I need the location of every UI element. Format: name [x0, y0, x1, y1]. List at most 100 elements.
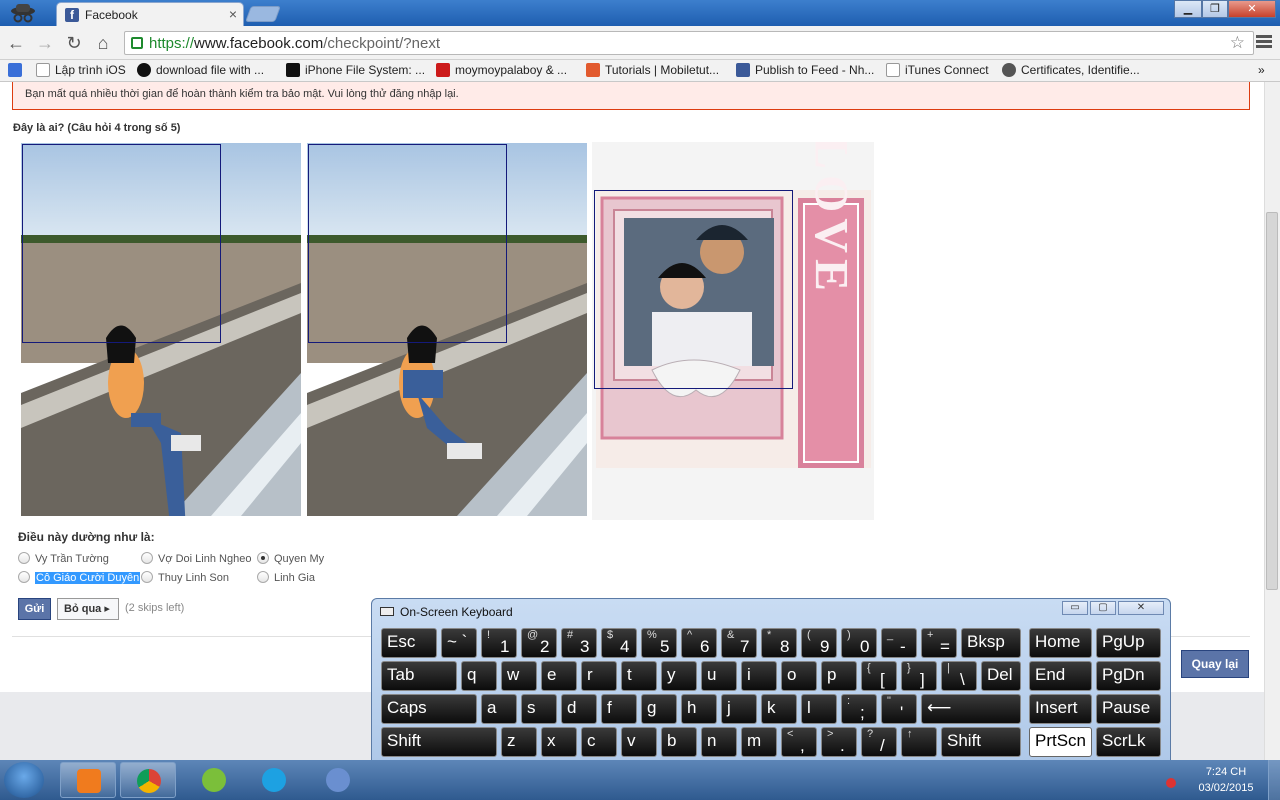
key-open-bracket[interactable]: {[	[861, 661, 897, 691]
back-button[interactable]: Quay lại	[1181, 650, 1249, 678]
key-home[interactable]: Home	[1029, 628, 1092, 658]
bookmark-star-icon[interactable]: ☆	[1230, 33, 1245, 53]
osk-close-button[interactable]: ✕	[1118, 601, 1164, 615]
radio-button-checked[interactable]	[257, 552, 269, 564]
taskbar-dolphin-app[interactable]	[310, 762, 366, 798]
taskbar-app-green[interactable]	[186, 762, 242, 798]
chrome-menu-icon[interactable]	[1256, 33, 1272, 51]
key-semicolon[interactable]: :;	[841, 694, 877, 724]
osk-maximize-button[interactable]: ▢	[1090, 601, 1116, 615]
key-shift-right[interactable]: Shift	[941, 727, 1021, 757]
key-insert[interactable]: Insert	[1029, 694, 1092, 724]
key-1[interactable]: ! 1	[481, 628, 517, 658]
option-co-giao-cuoi-duyen[interactable]: Cô Giáo Cười Duyên	[18, 571, 141, 584]
bookmark-item[interactable]: Tutorials | Mobiletut...	[586, 63, 719, 79]
key-backslash[interactable]: | \	[941, 661, 977, 691]
key-u[interactable]: u	[701, 661, 737, 691]
key-j[interactable]: j	[721, 694, 757, 724]
key-enter[interactable]: ⟵	[921, 694, 1021, 724]
submit-button[interactable]: Gửi	[18, 598, 51, 620]
key-backtick[interactable]: ~ `	[441, 628, 477, 658]
home-icon[interactable]: ⌂	[93, 33, 113, 53]
key-4[interactable]: $4	[601, 628, 637, 658]
key-esc[interactable]: Esc	[381, 628, 437, 658]
key-7[interactable]: & 7	[721, 628, 757, 658]
key-close-bracket[interactable]: }]	[901, 661, 937, 691]
key-up-arrow[interactable]: ↑	[901, 727, 937, 757]
key-q[interactable]: q	[461, 661, 497, 691]
key-o[interactable]: o	[781, 661, 817, 691]
key-g[interactable]: g	[641, 694, 677, 724]
key-b[interactable]: b	[661, 727, 697, 757]
taskbar-media-player[interactable]	[60, 762, 116, 798]
new-tab-button[interactable]	[245, 6, 281, 22]
key-k[interactable]: k	[761, 694, 797, 724]
taskbar-clock[interactable]: 7:24 CH 03/02/2015	[1196, 764, 1256, 796]
key-6[interactable]: ^ 6	[681, 628, 717, 658]
key-z[interactable]: z	[501, 727, 537, 757]
key-y[interactable]: y	[661, 661, 697, 691]
key-minus[interactable]: _ -	[881, 628, 917, 658]
tab-close-icon[interactable]: ×	[229, 6, 237, 22]
window-minimize-button[interactable]: ▁	[1174, 0, 1202, 18]
bookmark-item[interactable]: iTunes Connect	[886, 63, 989, 79]
key-c[interactable]: c	[581, 727, 617, 757]
key-v[interactable]: v	[621, 727, 657, 757]
key-prtscn[interactable]: PrtScn	[1029, 727, 1092, 757]
key-end[interactable]: End	[1029, 661, 1092, 691]
radio-button[interactable]	[18, 571, 30, 583]
key-s[interactable]: s	[521, 694, 557, 724]
key-quote[interactable]: " '	[881, 694, 917, 724]
bookmark-item[interactable]: iPhone File System: ...	[286, 63, 425, 79]
key-p[interactable]: p	[821, 661, 857, 691]
forward-arrow-icon[interactable]: →	[35, 33, 55, 53]
scrollbar-thumb[interactable]	[1266, 212, 1278, 590]
option-vy-tran-tuong[interactable]: Vy Trần Tường	[18, 552, 109, 565]
key-h[interactable]: h	[681, 694, 717, 724]
taskbar-chrome[interactable]	[120, 762, 176, 798]
skip-button[interactable]: Bỏ qua ▸	[57, 598, 119, 620]
key-pgdn[interactable]: PgDn	[1096, 661, 1161, 691]
key-t[interactable]: t	[621, 661, 657, 691]
browser-tab-facebook[interactable]: f Facebook ×	[56, 2, 244, 26]
key-9[interactable]: (9	[801, 628, 837, 658]
option-vo-doi-linh-ngheo[interactable]: Vợ Doi Linh Ngheo	[141, 552, 251, 565]
key-w[interactable]: w	[501, 661, 537, 691]
show-desktop-button[interactable]	[1268, 760, 1280, 800]
radio-button[interactable]	[18, 552, 30, 564]
key-l[interactable]: l	[801, 694, 837, 724]
key-m[interactable]: m	[741, 727, 777, 757]
reload-icon[interactable]: ↻	[64, 33, 84, 53]
key-8[interactable]: * 8	[761, 628, 797, 658]
key-scrlk[interactable]: ScrLk	[1096, 727, 1161, 757]
notification-icon[interactable]	[1166, 778, 1176, 788]
radio-button[interactable]	[257, 571, 269, 583]
bookmark-item[interactable]: Publish to Feed - Nh...	[736, 63, 874, 79]
key-0[interactable]: ) 0	[841, 628, 877, 658]
radio-button[interactable]	[141, 552, 153, 564]
key-slash[interactable]: ? /	[861, 727, 897, 757]
key-backspace[interactable]: Bksp	[961, 628, 1021, 658]
window-maximize-button[interactable]: ❐	[1202, 0, 1228, 18]
key-pause[interactable]: Pause	[1096, 694, 1161, 724]
osk-minimize-button[interactable]: ▭	[1062, 601, 1088, 615]
key-x[interactable]: x	[541, 727, 577, 757]
bookmark-item[interactable]: moymoypalaboy & ...	[436, 63, 567, 79]
key-pgup[interactable]: PgUp	[1096, 628, 1161, 658]
key-i[interactable]: i	[741, 661, 777, 691]
key-period[interactable]: >.	[821, 727, 857, 757]
address-bar[interactable]: https://www.facebook.com/checkpoint/?nex…	[124, 31, 1254, 55]
key-f[interactable]: f	[601, 694, 637, 724]
windows-start-button[interactable]	[4, 762, 44, 798]
back-arrow-icon[interactable]: ←	[6, 33, 26, 53]
key-3[interactable]: #3	[561, 628, 597, 658]
key-caps[interactable]: Caps	[381, 694, 477, 724]
option-thuy-linh-son[interactable]: Thuy Linh Son	[141, 571, 229, 584]
key-del[interactable]: Del	[981, 661, 1021, 691]
key-equals[interactable]: + =	[921, 628, 957, 658]
bookmark-item[interactable]: Certificates, Identifie...	[1002, 63, 1140, 79]
key-5[interactable]: % 5	[641, 628, 677, 658]
key-comma[interactable]: <,	[781, 727, 817, 757]
key-a[interactable]: a	[481, 694, 517, 724]
key-tab[interactable]: Tab	[381, 661, 457, 691]
